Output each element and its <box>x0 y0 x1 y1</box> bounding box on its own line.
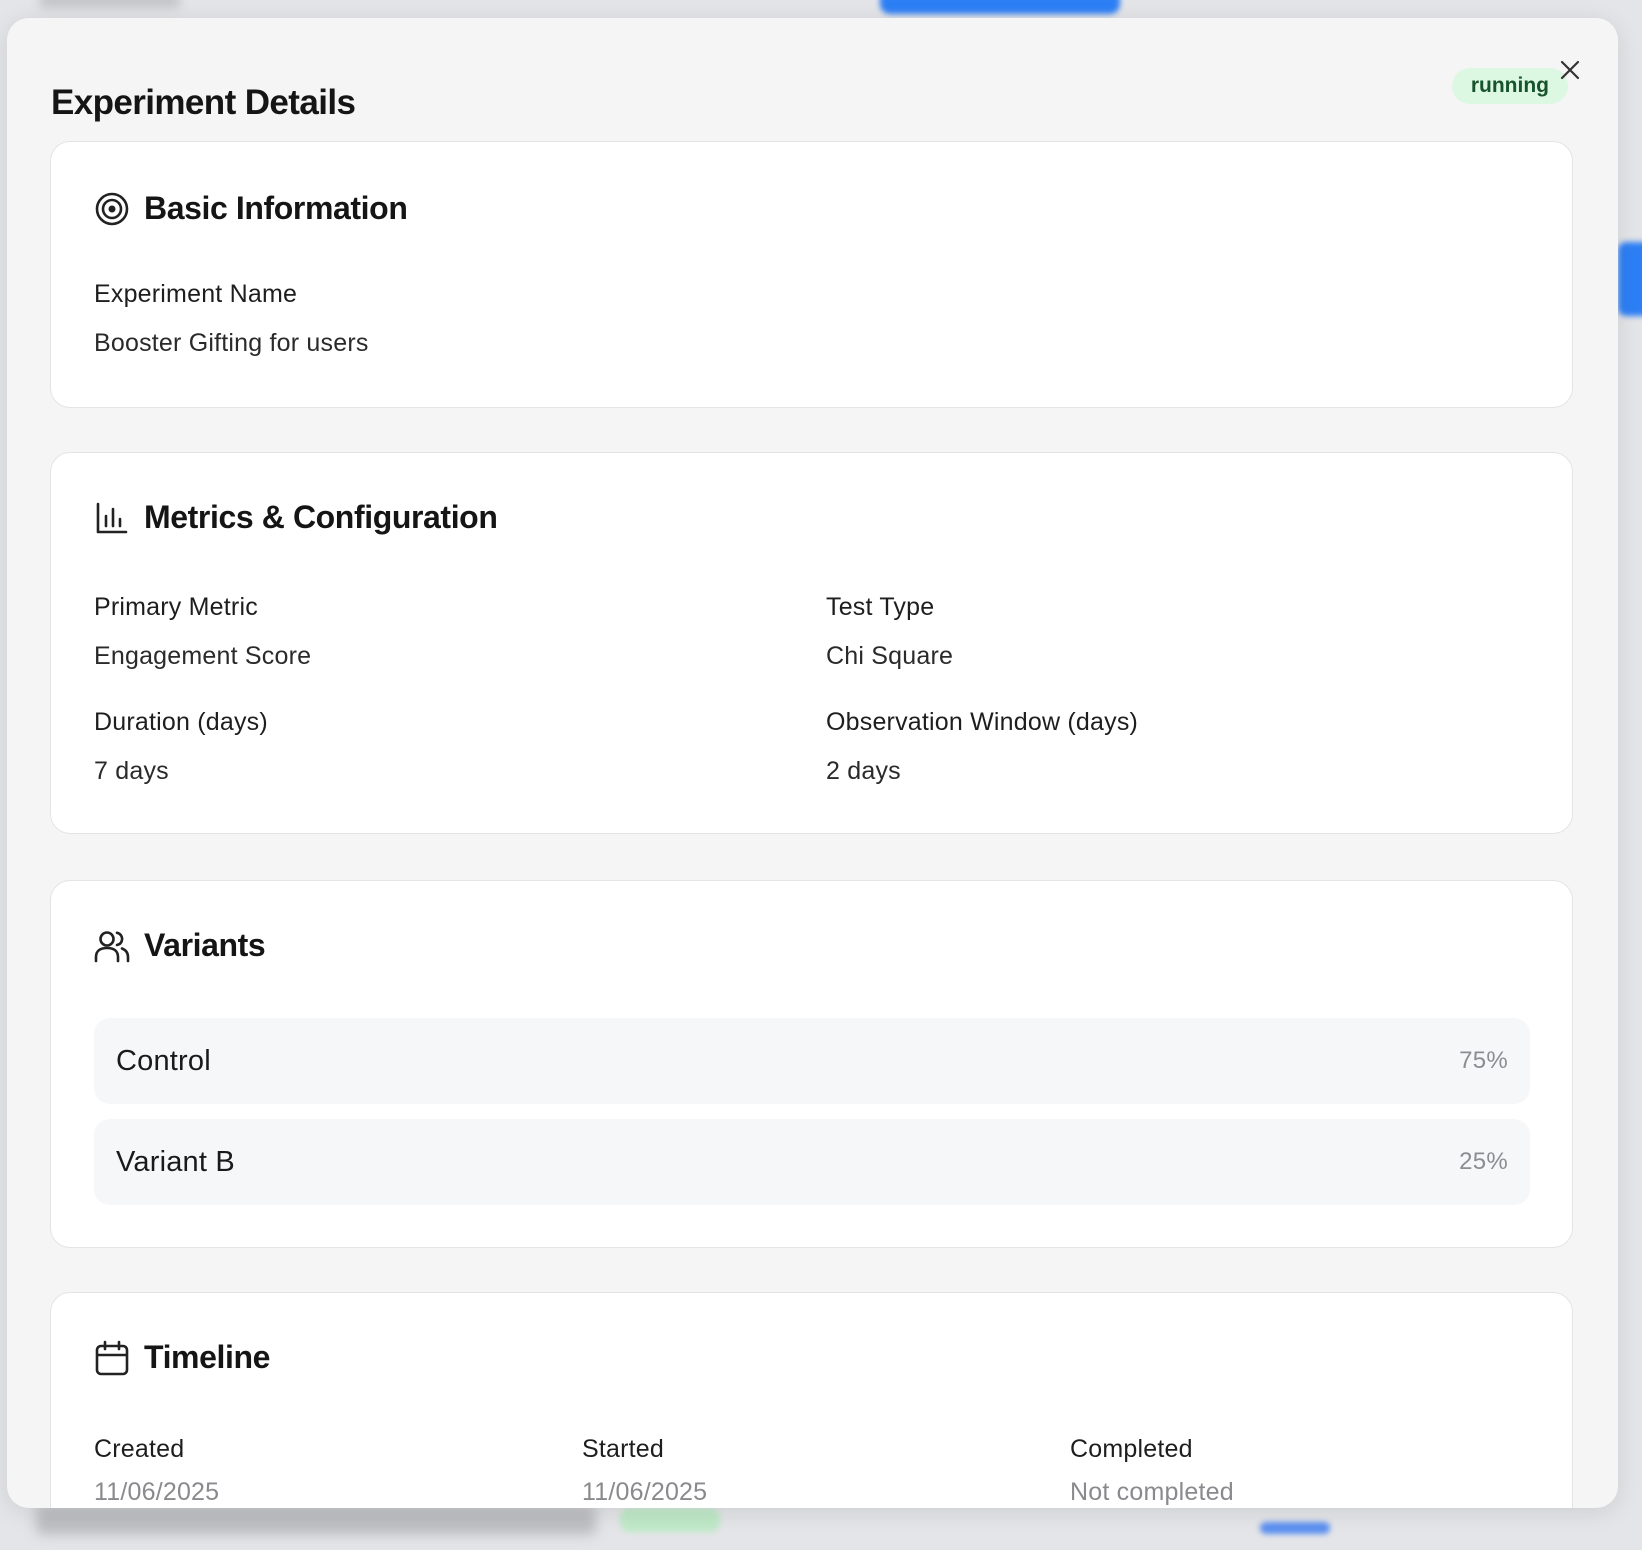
background-progress <box>1260 1522 1330 1534</box>
field-label: Observation Window (days) <box>826 708 1139 736</box>
field-label: Created <box>94 1435 185 1463</box>
variant-row-control[interactable]: Control 75% <box>94 1018 1530 1104</box>
background-side-button <box>1618 242 1642 316</box>
field-label: Test Type <box>826 593 935 621</box>
section-heading: Timeline <box>144 1339 271 1375</box>
experiment-details-modal: Experiment Details running Basic Informa… <box>7 18 1618 1508</box>
background-status-pill <box>620 1508 720 1532</box>
variant-name: Variant B <box>116 1145 235 1178</box>
variant-allocation: 25% <box>1459 1148 1508 1175</box>
field-value: Not completed <box>1070 1478 1234 1506</box>
field-label: Experiment Name <box>94 280 298 308</box>
card-header: Metrics & Configuration <box>94 499 498 536</box>
card-header: Variants <box>94 927 266 964</box>
variant-row-variant-b[interactable]: Variant B 25% <box>94 1119 1530 1205</box>
started-field: Started 11/06/2025 <box>582 1435 707 1507</box>
field-label: Duration (days) <box>94 708 268 736</box>
basic-information-card: Basic Information Experiment Name Booste… <box>50 141 1573 408</box>
field-label: Started <box>582 1435 665 1463</box>
timeline-card: Timeline Created 11/06/2025 Started 11/0… <box>50 1292 1573 1508</box>
bar-chart-icon <box>94 500 130 536</box>
background-blur <box>40 0 180 8</box>
field-value: Booster Gifting for users <box>94 329 369 357</box>
section-heading: Basic Information <box>144 190 408 226</box>
field-value: 7 days <box>94 757 169 785</box>
card-header: Timeline <box>94 1339 270 1376</box>
background-list-row <box>36 1505 596 1535</box>
field-value: 2 days <box>826 757 901 785</box>
created-field: Created 11/06/2025 <box>94 1435 219 1507</box>
section-heading: Variants <box>144 927 266 963</box>
variants-card: Variants Control 75% Variant B 25% <box>50 880 1573 1248</box>
close-button[interactable] <box>1548 48 1592 92</box>
field-label: Primary Metric <box>94 593 258 621</box>
variant-allocation: 75% <box>1459 1047 1508 1074</box>
completed-field: Completed Not completed <box>1070 1435 1234 1507</box>
field-value: Chi Square <box>826 642 954 670</box>
metrics-configuration-card: Metrics & Configuration Primary Metric E… <box>50 452 1573 834</box>
field-label: Completed <box>1070 1435 1193 1463</box>
experiment-name-field: Experiment Name Booster Gifting for user… <box>94 280 369 358</box>
observation-window-field: Observation Window (days) 2 days <box>826 708 1138 786</box>
field-value: Engagement Score <box>94 642 312 670</box>
variant-name: Control <box>116 1044 211 1077</box>
duration-field: Duration (days) 7 days <box>94 708 268 786</box>
modal-title: Experiment Details <box>51 83 356 122</box>
calendar-icon <box>94 1340 130 1376</box>
section-heading: Metrics & Configuration <box>144 499 498 535</box>
field-value: 11/06/2025 <box>94 1478 220 1506</box>
field-value: 11/06/2025 <box>582 1478 708 1506</box>
background-primary-button <box>880 0 1120 14</box>
primary-metric-field: Primary Metric Engagement Score <box>94 593 311 671</box>
close-icon <box>1560 60 1580 80</box>
card-header: Basic Information <box>94 190 408 227</box>
users-icon <box>94 928 130 964</box>
test-type-field: Test Type Chi Square <box>826 593 953 671</box>
target-icon <box>94 191 130 227</box>
